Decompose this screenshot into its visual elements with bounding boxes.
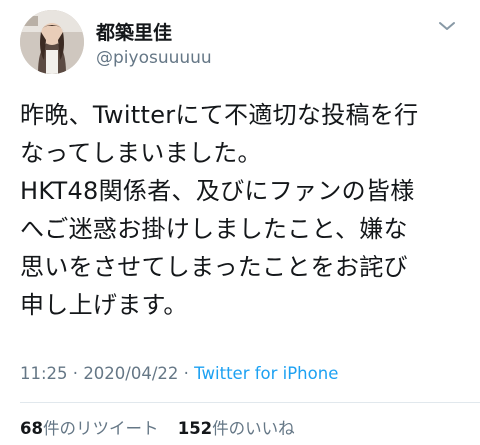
display-name[interactable]: 都築里佳 (96, 22, 212, 44)
meta-separator: · (178, 364, 195, 383)
user-handle: @piyosuuuuu (96, 48, 212, 68)
likes-stat[interactable]: 152件のいいね (178, 419, 295, 438)
tweet-stats: 68件のリツイート 152件のいいね (20, 415, 295, 439)
tweet-source-link[interactable]: Twitter for iPhone (194, 364, 338, 383)
tweet-card: 都築里佳 @piyosuuuuu 昨晩、Twitterにて不適切な投稿を行 なっ… (0, 0, 480, 445)
tweet-date[interactable]: 2020/04/22 (83, 364, 178, 383)
tweet-header: 都築里佳 @piyosuuuuu (20, 10, 460, 78)
like-label: 件のいいね (212, 419, 295, 438)
chevron-down-icon[interactable] (438, 20, 456, 32)
retweet-label: 件のリツイート (42, 419, 159, 438)
retweet-count: 68 (20, 419, 43, 438)
meta-separator: · (67, 364, 84, 383)
tweet-time[interactable]: 11:25 (20, 364, 68, 383)
like-count: 152 (177, 419, 213, 438)
avatar-image (20, 10, 84, 74)
divider (20, 402, 480, 403)
avatar[interactable] (20, 10, 84, 74)
tweet-meta: 11:25 · 2020/04/22 · Twitter for iPhone (20, 364, 338, 383)
retweets-stat[interactable]: 68件のリツイート (20, 419, 158, 438)
tweet-text: 昨晩、Twitterにて不適切な投稿を行 なってしまいました。 HKT48関係者… (20, 101, 419, 319)
author-names: 都築里佳 @piyosuuuuu (96, 22, 212, 70)
